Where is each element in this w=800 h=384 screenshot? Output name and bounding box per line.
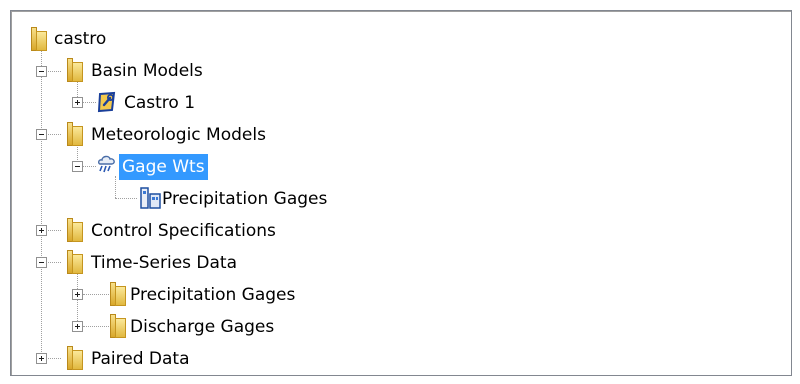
expand-toggle-paired-data[interactable] (36, 353, 47, 364)
collapse-toggle-gage-wts[interactable] (72, 161, 83, 172)
folder-icon (67, 218, 83, 242)
tree-node-basin-models[interactable]: Basin Models (88, 58, 206, 84)
tree-node-castro-1[interactable]: Castro 1 (121, 90, 198, 116)
tree-connector (115, 198, 137, 199)
folder-icon (110, 314, 126, 338)
tree-node-gage-wts[interactable]: Gage Wts (119, 154, 208, 180)
basin-model-icon (97, 91, 116, 113)
expand-toggle-castro-1[interactable] (72, 97, 83, 108)
tree-node-ts-precipitation-gages[interactable]: Precipitation Gages (127, 282, 298, 308)
tree-node-discharge-gages[interactable]: Discharge Gages (127, 314, 277, 340)
collapse-toggle-basin-models[interactable] (36, 66, 47, 77)
folder-icon (31, 27, 47, 51)
folder-icon (67, 250, 83, 274)
folder-icon (67, 58, 83, 82)
tree-connector (46, 262, 61, 263)
tree-node-castro[interactable]: castro (51, 26, 109, 52)
expand-toggle-ts-precipitation-gages[interactable] (72, 289, 83, 300)
tree-connector (46, 358, 61, 359)
tree-node-meteorologic-models[interactable]: Meteorologic Models (88, 122, 269, 148)
tree-node-control-specifications[interactable]: Control Specifications (88, 218, 279, 244)
collapse-toggle-time-series-data[interactable] (36, 257, 47, 268)
folder-icon (67, 122, 83, 146)
tree-connector (83, 294, 111, 295)
tree-connector (46, 134, 61, 135)
tree-connector (115, 176, 116, 198)
watershed-explorer-tree: castro Basin Models Castro 1 Meteorologi… (11, 11, 791, 375)
tree-node-paired-data[interactable]: Paired Data (88, 346, 193, 372)
tree-connector (46, 71, 61, 72)
expand-toggle-control-specifications[interactable] (36, 225, 47, 236)
folder-icon (67, 346, 83, 370)
folder-icon (110, 282, 126, 306)
tree-connector (83, 166, 96, 167)
meteorologic-model-icon (98, 155, 115, 173)
tree-node-time-series-data[interactable]: Time-Series Data (88, 250, 240, 276)
tree-connector (83, 326, 111, 327)
tree-connector (83, 102, 96, 103)
tree-connector (41, 51, 42, 362)
collapse-toggle-meteorologic-models[interactable] (36, 129, 47, 140)
expand-toggle-discharge-gages[interactable] (72, 321, 83, 332)
tree-node-precipitation-gages[interactable]: Precipitation Gages (159, 186, 330, 212)
tree-connector (46, 230, 61, 231)
tree-panel[interactable]: castro Basin Models Castro 1 Meteorologi… (10, 10, 792, 376)
